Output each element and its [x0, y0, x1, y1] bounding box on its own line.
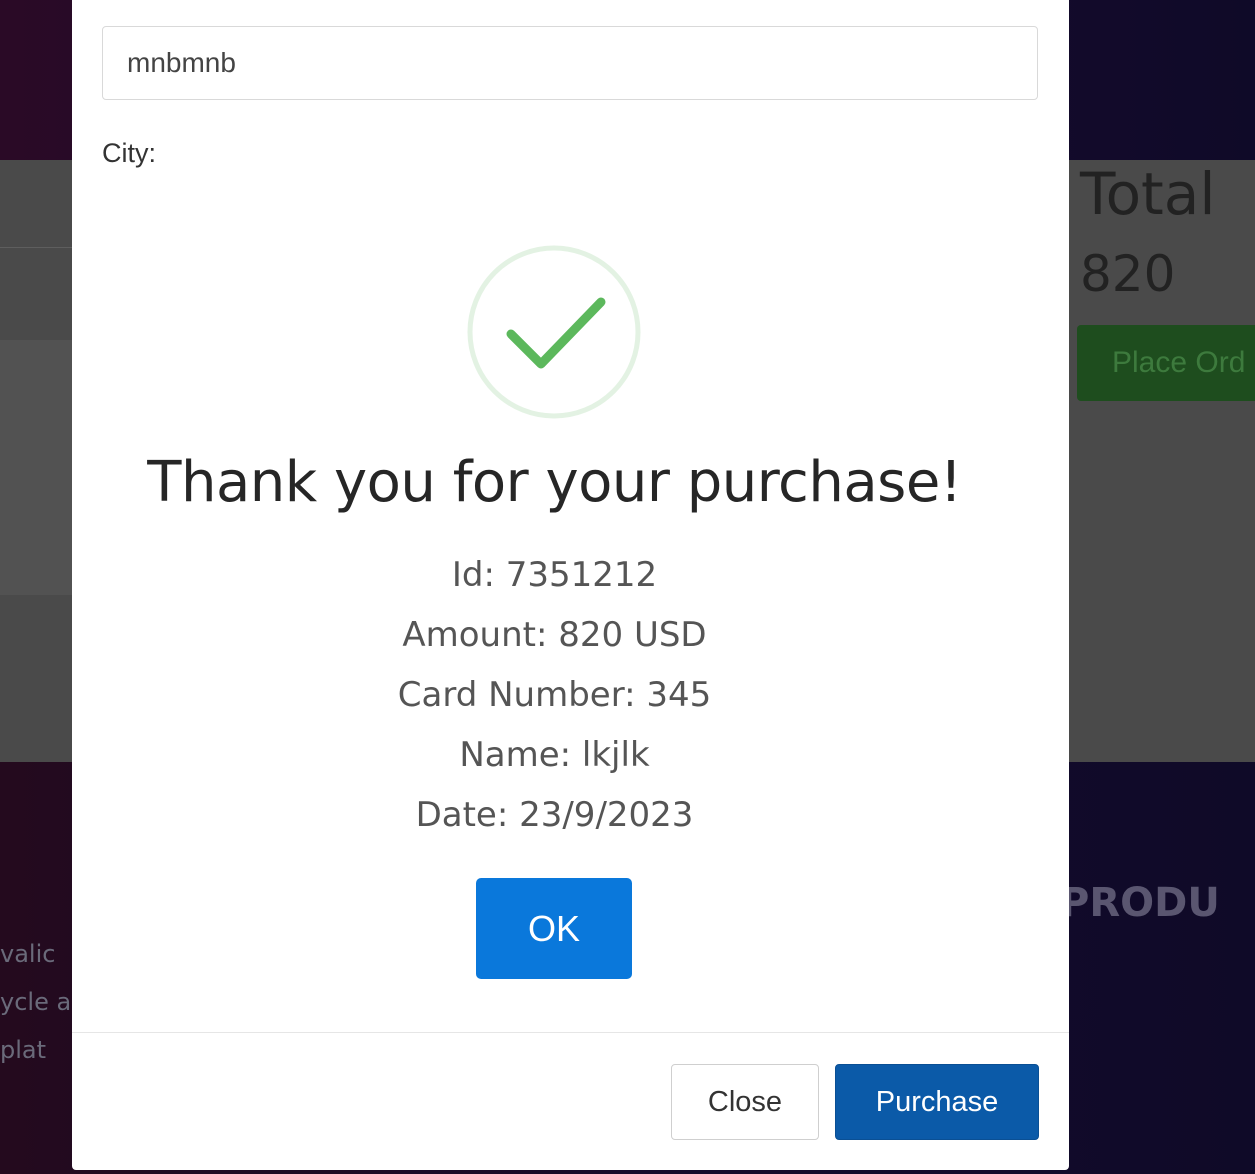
footer-text-line: ycle a: [0, 988, 72, 1016]
city-label: City:: [102, 138, 156, 168]
purchase-amount: Amount: 820 USD: [402, 615, 707, 655]
place-order-button: Place Ord: [1077, 325, 1255, 401]
cart-total-value: 820: [1080, 245, 1176, 303]
footer-text: valic ycle a plat: [0, 930, 71, 1074]
ok-button[interactable]: OK: [476, 878, 632, 979]
purchase-details: Id: 7351212 Amount: 820 USD Card Number:…: [72, 545, 1037, 845]
purchase-date: Date: 23/9/2023: [415, 795, 694, 835]
close-button[interactable]: Close: [671, 1064, 819, 1140]
footer-text-line: valic: [0, 940, 56, 968]
alert-title: Thank you for your purchase!: [147, 450, 962, 515]
cart-total-label: Total: [1080, 160, 1216, 228]
background-row-divider: [0, 247, 80, 248]
success-checkmark-icon: [467, 245, 641, 419]
address-input[interactable]: mnbmnb: [102, 26, 1038, 100]
purchase-id: Id: 7351212: [451, 555, 658, 595]
purchase-card-number: Card Number: 345: [397, 675, 712, 715]
purchase-name: Name: lkjlk: [459, 735, 650, 775]
background-cart-row: [0, 340, 80, 595]
modal-footer-divider: [72, 1032, 1069, 1033]
footer-text-line: plat: [0, 1036, 47, 1064]
footer-products-heading: PRODU: [1060, 880, 1220, 926]
purchase-button[interactable]: Purchase: [835, 1064, 1039, 1140]
